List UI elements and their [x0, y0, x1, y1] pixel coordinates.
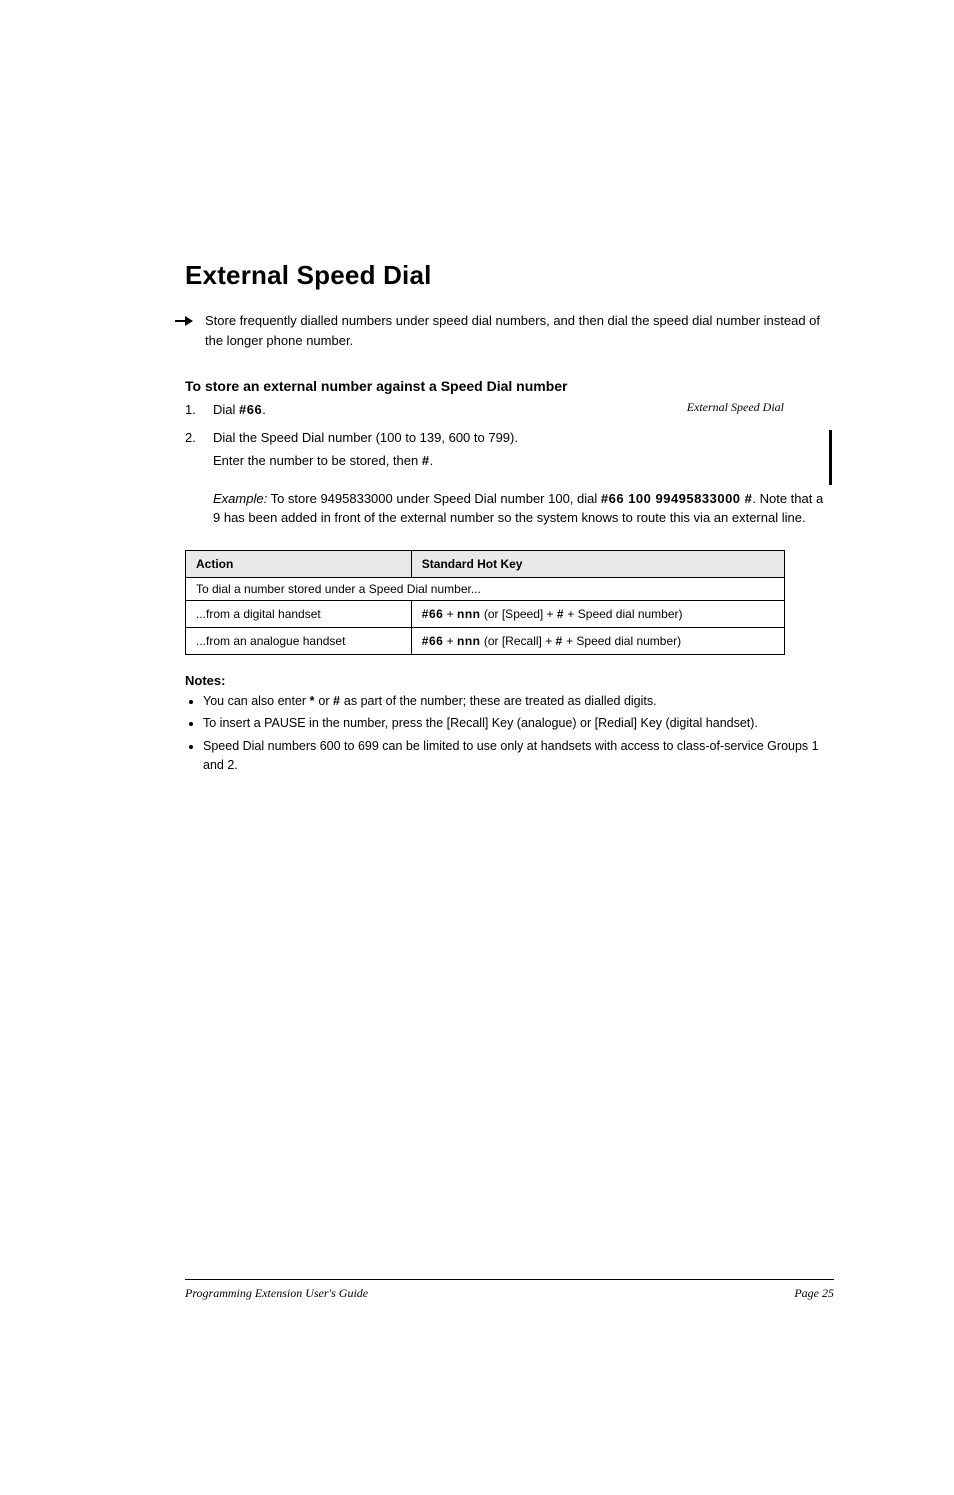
step2-prefix: Dial the Speed Dial number (100 to 139, …: [213, 430, 518, 445]
note-item: You can also enter * or # as part of the…: [203, 692, 834, 711]
note0-pre: You can also enter: [203, 694, 310, 708]
table-span-cell: To dial a number stored under a Speed Di…: [186, 577, 785, 600]
example-text-1: To store 9495833000 under Speed Dial num…: [271, 491, 601, 506]
footer-rule: [185, 1279, 834, 1280]
row1-after2: + Speed dial number): [563, 634, 681, 648]
row0-action: ...from a digital handset: [186, 600, 412, 627]
running-head: External Speed Dial: [687, 400, 784, 415]
table-header-row: Action Standard Hot Key: [186, 550, 785, 577]
table-row: ...from an analogue handset #66 + nnn (o…: [186, 627, 785, 654]
footer: Programming Extension User's Guide Page …: [185, 1286, 834, 1301]
note0-mid1: or: [315, 694, 333, 708]
note2-pre: Speed Dial numbers 600 to 699 can be lim…: [203, 739, 819, 772]
row0-between: +: [443, 607, 457, 621]
notes-heading: Notes:: [185, 673, 834, 688]
step2-sub-prefix: Enter the number to be stored, then: [213, 453, 422, 468]
step1-kbd: #66: [239, 402, 262, 417]
row0-kbd2: nnn: [457, 607, 481, 621]
lead-block: Store frequently dialled numbers under s…: [175, 311, 834, 350]
command-table: Action Standard Hot Key To dial a number…: [185, 550, 785, 655]
notes-list: You can also enter * or # as part of the…: [185, 692, 834, 775]
step2-sub-after: .: [430, 453, 434, 468]
footer-left: Programming Extension User's Guide: [185, 1286, 368, 1301]
section-title: External Speed Dial: [185, 260, 834, 291]
lead-text: Store frequently dialled numbers under s…: [205, 311, 834, 350]
table-row: ...from a digital handset #66 + nnn (or …: [186, 600, 785, 627]
row0-kbd1: #66: [422, 607, 444, 621]
row1-action: ...from an analogue handset: [186, 627, 412, 654]
row1-kbd2: nnn: [457, 634, 481, 648]
arrow-right-icon: [175, 314, 197, 328]
row1-kbd3: #: [556, 634, 563, 648]
row1-kbd1: #66: [422, 634, 444, 648]
step2-kbd: #: [422, 453, 430, 468]
store-heading: To store an external number against a Sp…: [185, 378, 834, 394]
example-kbd: #66 100 99495833000 #: [601, 491, 752, 506]
row1-hotkey: #66 + nnn (or [Recall] + # + Speed dial …: [411, 627, 784, 654]
example-label: Example:: [213, 491, 267, 506]
step1-rest: .: [262, 402, 266, 417]
accent-bar: [829, 430, 832, 485]
note-item: To insert a PAUSE in the number, press t…: [203, 714, 834, 733]
footer-right: Page 25: [794, 1286, 834, 1301]
col-hotkey: Standard Hot Key: [411, 550, 784, 577]
row0-after1: (or [Speed] +: [481, 607, 557, 621]
page: External Speed Dial External Speed Dial …: [0, 260, 954, 1495]
col-action: Action: [186, 550, 412, 577]
store-step-2: Dial the Speed Dial number (100 to 139, …: [185, 428, 834, 471]
row0-hotkey: #66 + nnn (or [Speed] + # + Speed dial n…: [411, 600, 784, 627]
table-span-row: To dial a number stored under a Speed Di…: [186, 577, 785, 600]
row1-between: +: [443, 634, 457, 648]
example-block: Example: To store 9495833000 under Speed…: [213, 489, 834, 528]
row1-after1: (or [Recall] +: [481, 634, 556, 648]
note-item: Speed Dial numbers 600 to 699 can be lim…: [203, 737, 834, 775]
note1-pre: To insert a PAUSE in the number, press t…: [203, 716, 758, 730]
row0-after2: + Speed dial number): [564, 607, 682, 621]
step1-prefix: Dial: [213, 402, 239, 417]
note0-mid2: as part of the number; these are treated…: [340, 694, 656, 708]
